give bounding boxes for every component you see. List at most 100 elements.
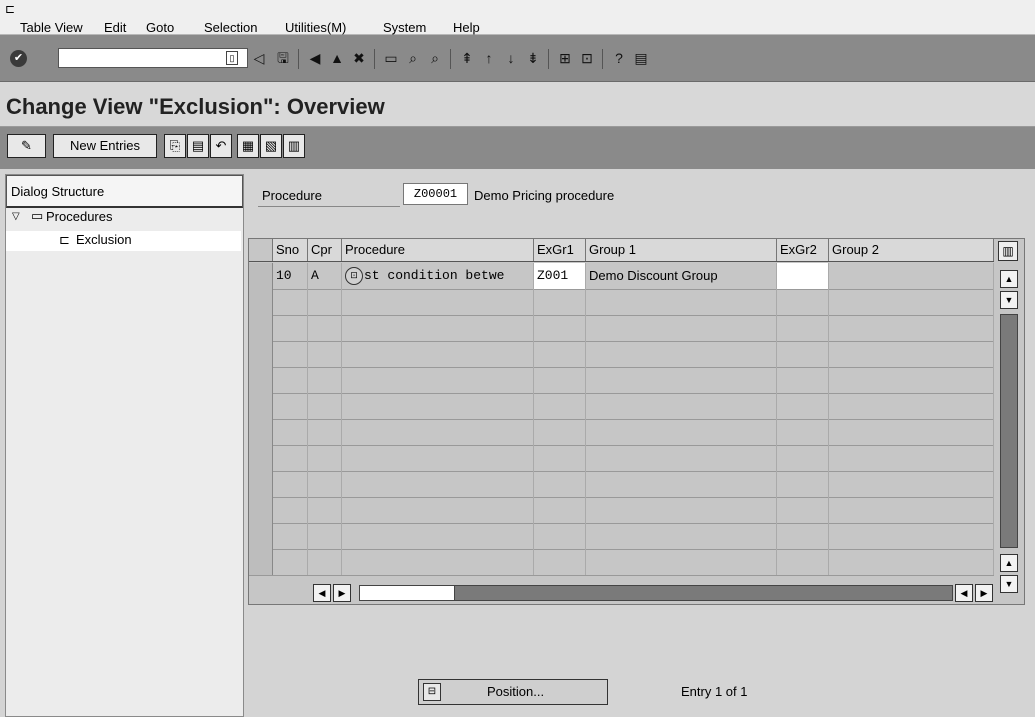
scroll-up-icon[interactable]: ▲ [1000, 270, 1018, 288]
row-selector[interactable] [249, 367, 273, 393]
cell-exgr1[interactable] [534, 367, 586, 393]
select-block-icon[interactable]: ▧ [260, 134, 282, 158]
table-row[interactable] [249, 393, 994, 420]
table-row[interactable] [249, 523, 994, 550]
cell-exgr2[interactable] [777, 419, 829, 445]
cell-exgr2[interactable] [777, 497, 829, 523]
display-change-icon[interactable]: ✎ [7, 134, 46, 158]
cell-sno[interactable] [273, 367, 308, 393]
shortcut-icon[interactable]: ⊡ [578, 49, 596, 67]
last-page-icon[interactable]: ⇟ [524, 49, 542, 67]
cell-exgr2[interactable] [777, 445, 829, 471]
row-selector[interactable] [249, 549, 273, 575]
vertical-scroll-track[interactable] [1000, 314, 1018, 548]
cell-exgr2[interactable] [777, 393, 829, 419]
save-icon[interactable]: 🖫 [274, 49, 292, 67]
cell-exgr2[interactable] [777, 289, 829, 315]
table-row[interactable] [249, 445, 994, 472]
column-header-exgr1[interactable]: ExGr1 [534, 239, 586, 261]
cell-sno[interactable] [273, 315, 308, 341]
cell-exgr1[interactable]: Z001 [534, 263, 586, 289]
cell-cpr[interactable] [308, 549, 342, 575]
cell-procedure[interactable] [342, 367, 534, 393]
menu-selection[interactable]: Selection [204, 21, 257, 35]
cell-sno[interactable] [273, 341, 308, 367]
cell-exgr1[interactable] [534, 471, 586, 497]
cell-cpr[interactable] [308, 315, 342, 341]
horizontal-scrollbar[interactable]: ◀ ▶ ◀ ▶ [311, 583, 1003, 602]
menu-toggle-icon[interactable]: ⊏ [5, 3, 19, 15]
first-page-icon[interactable]: ⇞ [458, 49, 476, 67]
table-settings-icon[interactable]: ▥ [998, 241, 1018, 261]
row-selector[interactable] [249, 419, 273, 445]
column-header-cpr[interactable]: Cpr [308, 239, 342, 261]
cell-sno[interactable] [273, 289, 308, 315]
deselect-all-icon[interactable]: ▥ [283, 134, 305, 158]
cell-sno[interactable] [273, 497, 308, 523]
horizontal-scroll-thumb[interactable] [359, 585, 456, 601]
menu-system[interactable]: System [383, 21, 426, 35]
expand-triangle-icon[interactable]: ▽ [12, 209, 20, 225]
cancel-icon[interactable]: ✖ [350, 49, 368, 67]
cell-procedure[interactable]: ⊡ st condition betwe [342, 263, 534, 289]
cell-sno[interactable] [273, 471, 308, 497]
cell-cpr[interactable] [308, 341, 342, 367]
table-row[interactable] [249, 341, 994, 368]
cell-sno[interactable] [273, 549, 308, 575]
cell-sno[interactable]: 10 [273, 263, 308, 289]
new-entries-button[interactable]: New Entries [53, 134, 157, 158]
column-header-group1[interactable]: Group 1 [586, 239, 777, 261]
cell-exgr2[interactable] [777, 341, 829, 367]
cell-exgr1[interactable] [534, 445, 586, 471]
cell-cpr[interactable] [308, 471, 342, 497]
cell-cpr[interactable] [308, 419, 342, 445]
delete-icon[interactable]: ▤ [187, 134, 209, 158]
select-all-header[interactable] [249, 239, 273, 261]
back-arrow-icon[interactable]: ◀ [306, 49, 324, 67]
scroll-right-icon[interactable]: ▶ [975, 584, 993, 602]
cell-exgr1[interactable] [534, 497, 586, 523]
previous-page-icon[interactable]: ↑ [480, 49, 498, 67]
row-selector[interactable] [249, 393, 273, 419]
position-button[interactable]: ⊟ Position... [418, 679, 608, 705]
menu-help[interactable]: Help [453, 21, 480, 35]
select-all-icon[interactable]: ▦ [237, 134, 259, 158]
cell-procedure[interactable] [342, 289, 534, 315]
table-row[interactable] [249, 471, 994, 498]
cell-procedure[interactable] [342, 445, 534, 471]
cell-cpr[interactable] [308, 445, 342, 471]
table-row[interactable] [249, 419, 994, 446]
cell-sno[interactable] [273, 393, 308, 419]
table-row[interactable] [249, 367, 994, 394]
row-selector[interactable] [249, 263, 273, 289]
page-up-icon[interactable]: ▲ [1000, 554, 1018, 572]
cell-exgr2[interactable] [777, 367, 829, 393]
cell-exgr1[interactable] [534, 419, 586, 445]
cell-cpr[interactable] [308, 497, 342, 523]
vertical-scrollbar[interactable]: ▲ ▼ ▲ ▼ [996, 263, 1022, 593]
next-page-icon[interactable]: ↓ [502, 49, 520, 67]
cell-cpr[interactable] [308, 367, 342, 393]
command-field[interactable] [58, 48, 248, 68]
cell-cpr[interactable]: A [308, 263, 342, 289]
cell-exgr1[interactable] [534, 393, 586, 419]
cell-exgr1[interactable] [534, 341, 586, 367]
create-session-icon[interactable]: ⊞ [556, 49, 574, 67]
cell-exgr2[interactable] [777, 523, 829, 549]
cell-procedure[interactable] [342, 523, 534, 549]
column-header-group2[interactable]: Group 2 [829, 239, 994, 261]
page-down-icon[interactable]: ▼ [1000, 291, 1018, 309]
cell-procedure[interactable] [342, 497, 534, 523]
help-icon[interactable]: ? [610, 49, 628, 67]
enter-icon[interactable]: ✔ [10, 50, 27, 67]
print-icon[interactable]: ▭ [382, 49, 400, 67]
row-selector[interactable] [249, 471, 273, 497]
menu-table-view[interactable]: Table View [20, 21, 83, 35]
cell-exgr2[interactable] [777, 263, 829, 289]
cell-sno[interactable] [273, 419, 308, 445]
command-history-icon[interactable]: ▯ [226, 51, 238, 65]
cell-cpr[interactable] [308, 393, 342, 419]
cell-exgr2[interactable] [777, 315, 829, 341]
cell-exgr1[interactable] [534, 315, 586, 341]
row-selector[interactable] [249, 497, 273, 523]
